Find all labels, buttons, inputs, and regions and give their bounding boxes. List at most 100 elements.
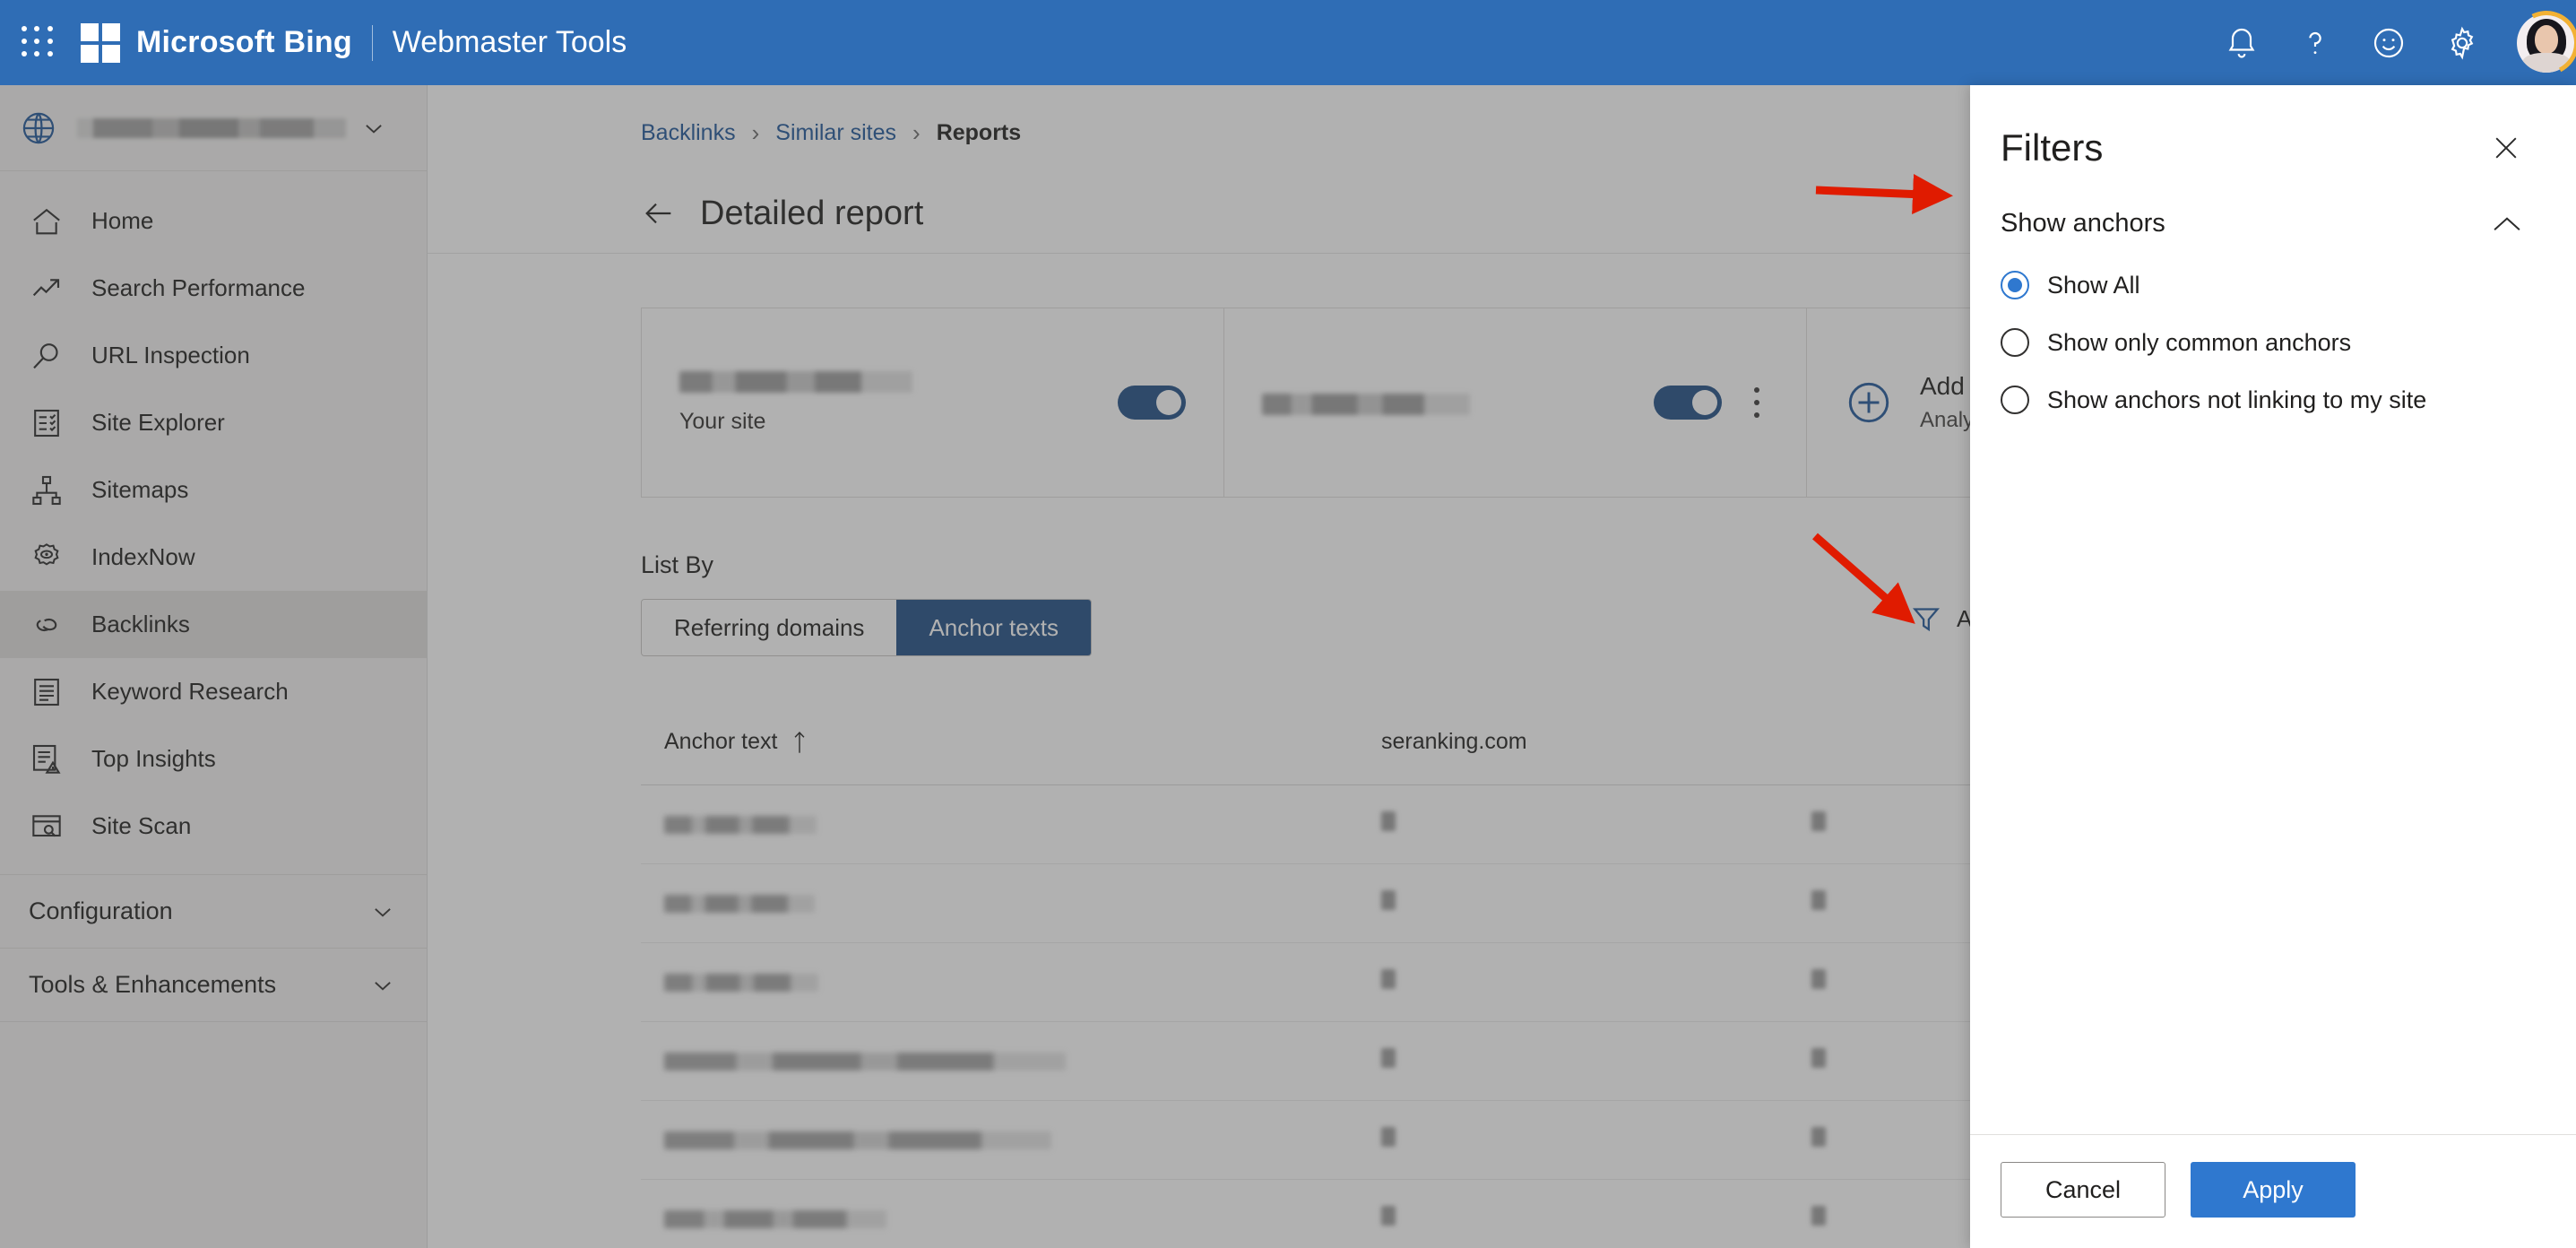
tab-referring-domains[interactable]: Referring domains [642, 600, 897, 655]
breadcrumb-separator-icon: › [751, 119, 760, 146]
breadcrumb-item-similar-sites[interactable]: Similar sites [775, 120, 896, 146]
breadcrumb-item-reports: Reports [936, 120, 1022, 145]
microsoft-logo-icon [81, 22, 120, 63]
sidebar-item-keyword-research[interactable]: Keyword Research [0, 658, 427, 725]
sidebar-item-label: URL Inspection [91, 342, 250, 368]
chevron-up-icon[interactable] [2492, 214, 2522, 234]
sidebar-item-search-performance[interactable]: Search Performance [0, 255, 427, 322]
sidebar-item-label: IndexNow [91, 543, 195, 570]
cell-seranking-value [1358, 1206, 1788, 1232]
compare-site-toggle[interactable] [1654, 386, 1722, 420]
cell-anchor-text [641, 1209, 1358, 1228]
sidebar: Home Search Performance URL Inspection S… [0, 85, 428, 1248]
breadcrumb-separator-icon: › [912, 119, 921, 146]
home-icon [29, 204, 65, 239]
breadcrumb-item-backlinks[interactable]: Backlinks [641, 120, 736, 146]
sidebar-item-top-insights[interactable]: Top Insights [0, 725, 427, 793]
sidebar-item-indexnow[interactable]: IndexNow [0, 524, 427, 591]
sidebar-group-tools-enhancements[interactable]: Tools & Enhancements [0, 949, 427, 1022]
close-icon[interactable] [2490, 132, 2522, 164]
cell-anchor-text [641, 894, 1358, 913]
feedback-smiley-icon[interactable] [2368, 22, 2409, 64]
page-title: Detailed report [700, 194, 924, 232]
show-anchors-section-title: Show anchors [2001, 209, 2165, 238]
notifications-icon[interactable] [2221, 22, 2262, 64]
cancel-button[interactable]: Cancel [2001, 1162, 2165, 1218]
your-site-card: Your site [642, 308, 1224, 497]
sidebar-item-site-scan[interactable]: Site Scan [0, 793, 427, 860]
radio-option-label: Show only common anchors [2047, 328, 2352, 356]
back-arrow-icon[interactable] [641, 195, 677, 231]
brand-title[interactable]: Microsoft Bing [136, 25, 352, 60]
your-site-sublabel: Your site [679, 408, 766, 434]
app-launcher-icon[interactable] [22, 25, 56, 60]
cell-anchor-text [641, 815, 1358, 834]
your-site-card-body: Your site [679, 370, 1091, 435]
brand-divider [371, 24, 373, 61]
avatar-body [2522, 52, 2571, 73]
user-avatar[interactable] [2505, 2, 2576, 83]
sidebar-item-label: Home [91, 207, 154, 234]
sidebar-item-label: Top Insights [91, 745, 216, 772]
chevron-down-icon[interactable] [360, 115, 387, 142]
site-picker[interactable] [0, 85, 427, 171]
insights-icon [29, 741, 65, 777]
filters-panel: Filters Show anchors Show All Show only … [1970, 85, 2576, 1248]
indexnow-icon [29, 540, 65, 576]
sidebar-item-url-inspection[interactable]: URL Inspection [0, 322, 427, 389]
filters-panel-title: Filters [2001, 126, 2104, 169]
compare-site-name-redacted [1262, 394, 1470, 415]
column-header-seranking[interactable]: seranking.com [1358, 729, 1788, 755]
radio-button-icon[interactable] [2001, 328, 2029, 357]
top-navigation-bar: Microsoft Bing Webmaster Tools [0, 0, 2576, 85]
document-list-icon [29, 674, 65, 710]
tab-anchor-texts[interactable]: Anchor texts [896, 600, 1091, 655]
sitemap-icon [29, 472, 65, 508]
radio-option-show-only-common-anchors[interactable]: Show only common anchors [2001, 328, 2576, 357]
radio-option-label: Show anchors not linking to my site [2047, 386, 2427, 413]
checklist-icon [29, 405, 65, 441]
cell-anchor-text [641, 973, 1358, 992]
sidebar-group-configuration[interactable]: Configuration [0, 875, 427, 949]
cell-seranking-value [1358, 890, 1788, 916]
cell-seranking-value [1358, 1048, 1788, 1074]
app-root: Microsoft Bing Webmaster Tools Home Sear… [0, 0, 2576, 1248]
compare-site-more-options-icon[interactable] [1745, 377, 1768, 428]
sidebar-item-label: Backlinks [91, 611, 190, 637]
cell-seranking-value [1358, 969, 1788, 995]
product-title[interactable]: Webmaster Tools [393, 25, 627, 60]
sidebar-item-label: Site Explorer [91, 409, 225, 436]
radio-option-show-all[interactable]: Show All [2001, 271, 2576, 299]
sidebar-item-sitemaps[interactable]: Sitemaps [0, 456, 427, 524]
cell-seranking-value [1358, 1127, 1788, 1153]
toggle-knob [1156, 390, 1181, 415]
help-icon[interactable] [2295, 22, 2336, 64]
trend-up-icon [29, 271, 65, 307]
scan-icon [29, 809, 65, 845]
selected-site-name-redacted [77, 117, 346, 138]
radio-button-selected-icon[interactable] [2001, 271, 2029, 299]
settings-gear-icon[interactable] [2442, 22, 2483, 64]
your-site-name-redacted [679, 370, 912, 393]
show-anchors-section-header[interactable]: Show anchors [1970, 169, 2576, 238]
chevron-down-icon[interactable] [369, 898, 396, 925]
funnel-icon [1910, 602, 1942, 635]
cell-anchor-text [641, 1131, 1358, 1149]
sidebar-item-home[interactable]: Home [0, 187, 427, 255]
chevron-down-icon[interactable] [369, 972, 396, 999]
radio-option-show-anchors-not-linking[interactable]: Show anchors not linking to my site [2001, 386, 2576, 414]
your-site-toggle[interactable] [1118, 386, 1186, 420]
compare-site-card-body [1262, 390, 1627, 415]
column-header-anchor-text[interactable]: Anchor text [641, 729, 1358, 755]
sort-ascending-icon [790, 731, 809, 754]
apply-button[interactable]: Apply [2191, 1162, 2356, 1218]
radio-button-icon[interactable] [2001, 386, 2029, 414]
cell-seranking-value [1358, 811, 1788, 837]
sidebar-item-site-explorer[interactable]: Site Explorer [0, 389, 427, 456]
sidebar-item-label: Keyword Research [91, 678, 289, 705]
sidebar-item-label: Sitemaps [91, 476, 189, 503]
radio-option-label: Show All [2047, 271, 2140, 299]
filters-button[interactable]: A [1910, 602, 1972, 635]
sidebar-item-backlinks[interactable]: Backlinks [0, 591, 427, 658]
topbar-icon-group [2221, 22, 2483, 64]
